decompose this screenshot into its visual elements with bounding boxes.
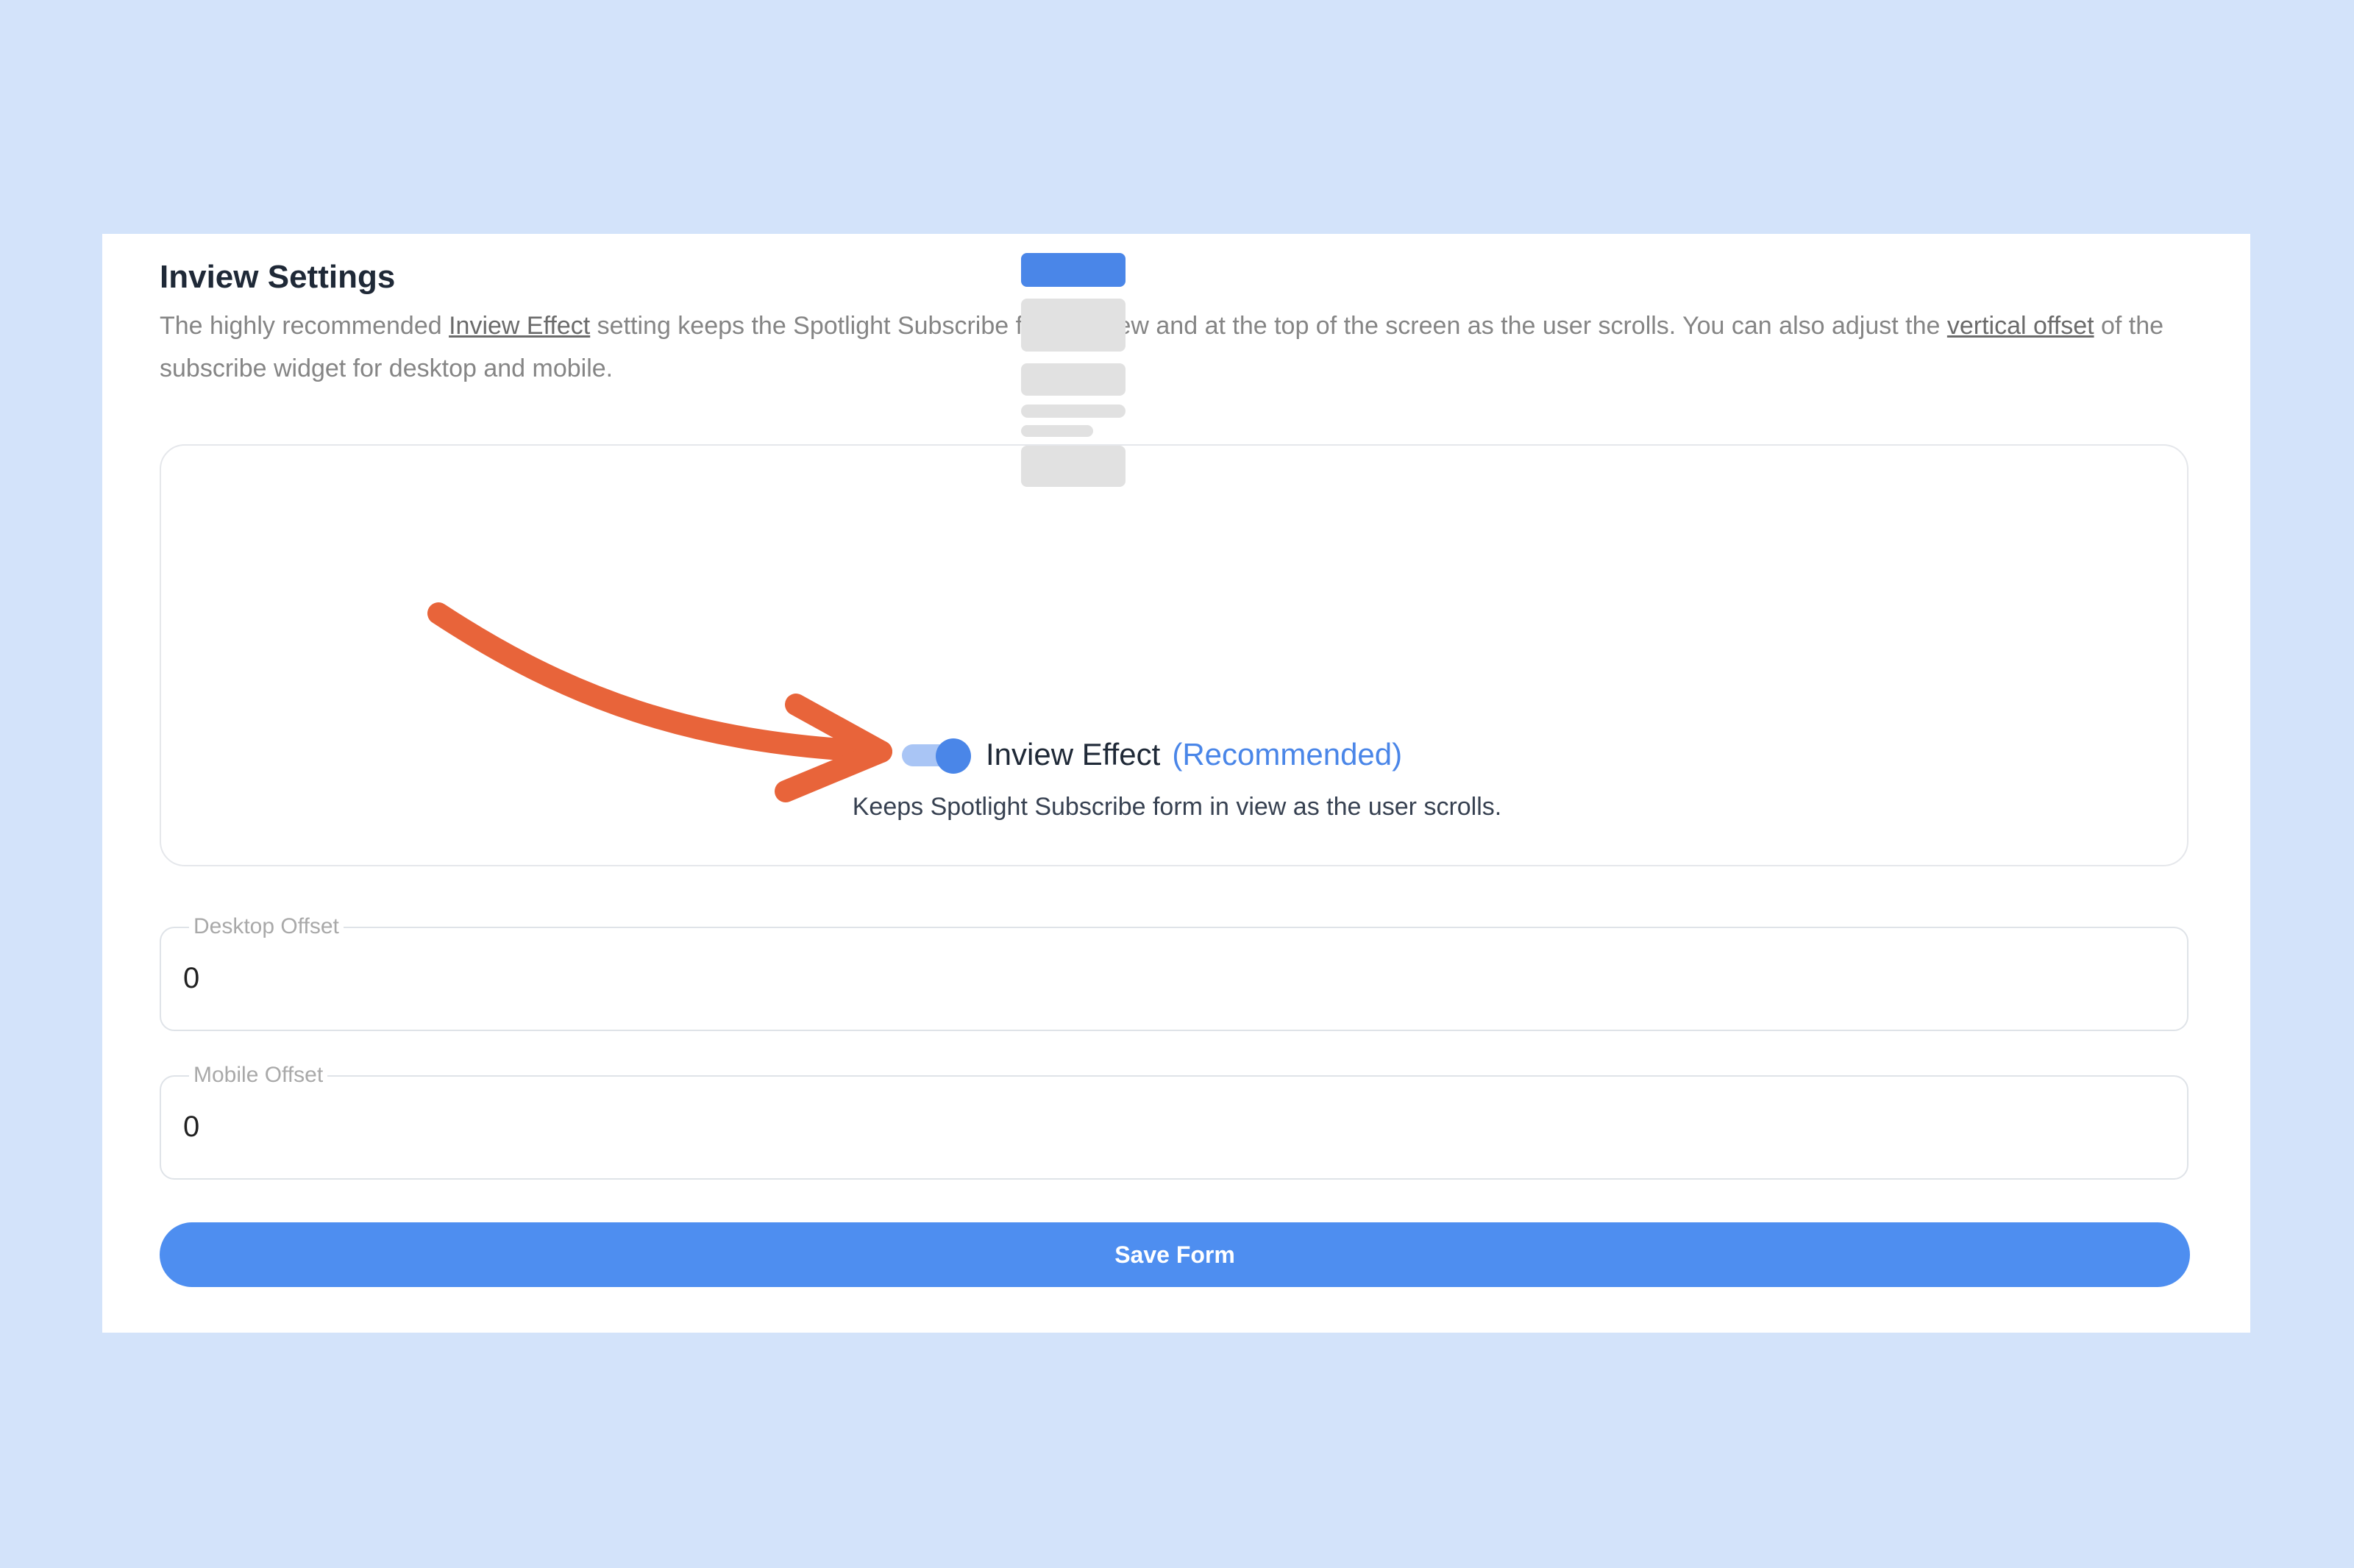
inview-effect-label: Inview Effect (Recommended) (986, 733, 1402, 777)
preview-content-block (1021, 363, 1126, 396)
inview-preview-illustration-icon (1021, 253, 1126, 487)
settings-description: The highly recommended Inview Effect set… (160, 304, 2205, 390)
preview-text-line (1021, 425, 1093, 437)
inview-effect-description: Keeps Spotlight Subscribe form in view a… (852, 793, 1502, 821)
vertical-offset-link[interactable]: vertical offset (1947, 312, 2094, 340)
description-text-2: setting keeps the Spotlight Subscribe fo… (590, 312, 1947, 340)
inview-effect-link[interactable]: Inview Effect (449, 312, 590, 340)
inview-effect-name: Inview Effect (986, 737, 1161, 771)
desktop-offset-field[interactable]: Desktop Offset 0 (160, 912, 2188, 1031)
inview-settings-card: Inview Settings The highly recommended I… (102, 234, 2250, 1333)
inview-effect-toggle[interactable] (902, 738, 971, 774)
desktop-offset-label: Desktop Offset (189, 912, 344, 941)
mobile-offset-field[interactable]: Mobile Offset 0 (160, 1061, 2188, 1180)
preview-widget-block (1021, 253, 1126, 287)
mobile-offset-label: Mobile Offset (189, 1061, 328, 1090)
description-text-1: The highly recommended (160, 312, 449, 340)
settings-title: Inview Settings (160, 259, 396, 295)
preview-content-block (1021, 299, 1126, 352)
preview-text-line (1021, 405, 1126, 418)
mobile-offset-value[interactable]: 0 (183, 1105, 199, 1149)
desktop-offset-value[interactable]: 0 (183, 956, 199, 1000)
save-form-button[interactable]: Save Form (160, 1222, 2190, 1287)
preview-content-block (1021, 446, 1126, 487)
recommended-tag: (Recommended) (1172, 737, 1403, 771)
toggle-knob (936, 738, 971, 774)
